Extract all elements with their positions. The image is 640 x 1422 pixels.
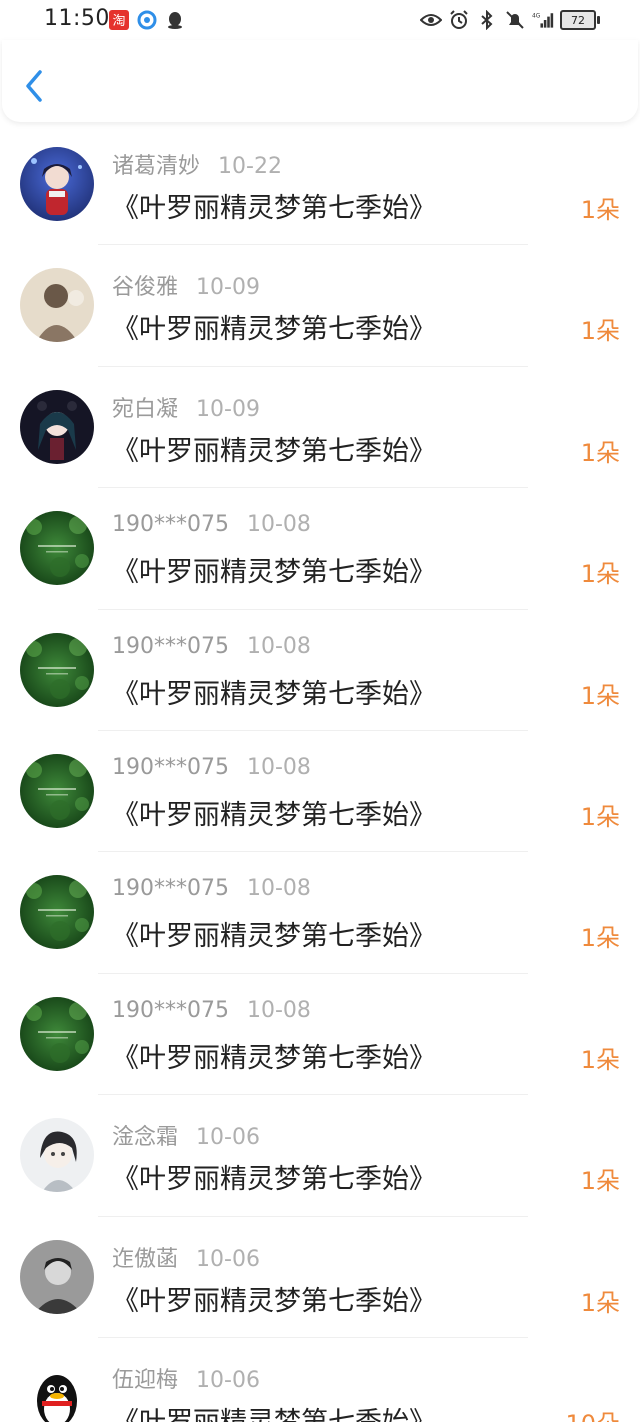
sent-date: 10-06 bbox=[196, 1246, 260, 1272]
sender-name: 谷俊雅 10-09 bbox=[112, 269, 260, 301]
avatar[interactable] bbox=[20, 1118, 94, 1193]
work-title[interactable]: 《叶罗丽精灵梦第七季始》 bbox=[112, 1279, 436, 1318]
flower-record-list: 诸葛清妙 10-22 《叶罗丽精灵梦第七季始》 1朵 谷俊雅 10-09 《叶罗丽精灵梦第七… bbox=[0, 124, 640, 1422]
list-item[interactable]: 190***075 10-08 《叶罗丽精灵梦第七季始》 1朵 bbox=[0, 852, 640, 974]
work-title[interactable]: 《叶罗丽精灵梦第七季始》 bbox=[112, 550, 436, 589]
network-label: 4G bbox=[532, 13, 541, 19]
avatar[interactable] bbox=[20, 1239, 94, 1314]
status-bar: 11:50 淘 4G 72 bbox=[0, 0, 640, 40]
sender-name: 迮傲菡 10-06 bbox=[112, 1241, 260, 1273]
qq-icon bbox=[164, 9, 186, 31]
sent-date: 10-08 bbox=[246, 512, 311, 538]
work-title[interactable]: 《叶罗丽精灵梦第七季始》 bbox=[112, 1036, 436, 1075]
avatar[interactable] bbox=[20, 268, 94, 343]
signal-icon: 4G bbox=[532, 9, 554, 31]
sender-name: 淦念霜 10-06 bbox=[112, 1119, 260, 1151]
sender-name-text: 诸葛清妙 bbox=[112, 154, 201, 179]
sender-name: 伍迎梅 10-06 bbox=[112, 1362, 260, 1394]
work-title[interactable]: 《叶罗丽精灵梦第七季始》 bbox=[112, 672, 436, 711]
sender-name: 诸葛清妙 10-22 bbox=[112, 148, 282, 180]
list-item[interactable]: 190***075 10-08 《叶罗丽精灵梦第七季始》 1朵 bbox=[0, 731, 640, 853]
mute-bell-icon bbox=[504, 9, 526, 31]
avatar[interactable] bbox=[20, 1360, 94, 1422]
avatar[interactable] bbox=[20, 389, 94, 464]
sent-date: 10-09 bbox=[196, 275, 260, 301]
eye-icon bbox=[420, 9, 442, 31]
header-bar bbox=[2, 40, 638, 122]
work-title[interactable]: 《叶罗丽精灵梦第七季始》 bbox=[112, 1157, 436, 1196]
status-right-icons: 4G 72 bbox=[420, 9, 600, 31]
flower-count: 1朵 bbox=[580, 681, 620, 710]
list-item[interactable]: 淦念霜 10-06 《叶罗丽精灵梦第七季始》 1朵 bbox=[0, 1095, 640, 1217]
work-title[interactable]: 《叶罗丽精灵梦第七季始》 bbox=[112, 429, 436, 468]
avatar[interactable] bbox=[20, 632, 94, 707]
sender-name-text: 190***075 bbox=[112, 512, 229, 538]
sender-name-text: 190***075 bbox=[112, 997, 229, 1023]
sender-name: 190***075 10-08 bbox=[112, 634, 311, 659]
list-item[interactable]: 190***075 10-08 《叶罗丽精灵梦第七季始》 1朵 bbox=[0, 974, 640, 1096]
sender-name-text: 谷俊雅 bbox=[112, 275, 179, 301]
sender-name-text: 迮傲菡 bbox=[112, 1246, 179, 1272]
work-title[interactable]: 《叶罗丽精灵梦第七季始》 bbox=[112, 914, 436, 953]
work-title[interactable]: 《叶罗丽精灵梦第七季始》 bbox=[112, 307, 436, 346]
bluetooth-icon bbox=[476, 9, 498, 31]
work-title[interactable]: 《叶罗丽精灵梦第七季始》 bbox=[112, 1400, 436, 1422]
sender-name-text: 190***075 bbox=[112, 876, 229, 902]
list-item[interactable]: 伍迎梅 10-06 《叶罗丽精灵梦第七季始》 10朵 bbox=[0, 1338, 640, 1422]
screen: 11:50 淘 4G 72 诸葛清妙 10-22 《叶罗丽精灵梦第七季始》 1朵… bbox=[0, 0, 640, 1422]
sender-name: 宛白凝 10-09 bbox=[112, 391, 260, 423]
status-left-icons: 淘 bbox=[108, 9, 186, 31]
sender-name: 190***075 10-08 bbox=[112, 876, 311, 901]
avatar[interactable] bbox=[20, 875, 94, 950]
sent-date: 10-08 bbox=[246, 876, 311, 902]
taobao-icon: 淘 bbox=[108, 9, 130, 31]
flower-count: 1朵 bbox=[580, 317, 620, 346]
battery-indicator: 72 bbox=[560, 10, 600, 30]
sent-date: 10-08 bbox=[246, 754, 311, 780]
list-item[interactable]: 190***075 10-08 《叶罗丽精灵梦第七季始》 1朵 bbox=[0, 610, 640, 731]
avatar[interactable] bbox=[20, 511, 94, 586]
sender-name: 190***075 10-08 bbox=[112, 512, 311, 537]
sender-name-text: 伍迎梅 bbox=[112, 1367, 179, 1393]
flower-count: 1朵 bbox=[580, 802, 620, 831]
svg-text:淘: 淘 bbox=[112, 14, 125, 29]
sender-name: 190***075 10-08 bbox=[112, 755, 311, 780]
list-item[interactable]: 宛白凝 10-09 《叶罗丽精灵梦第七季始》 1朵 bbox=[0, 367, 640, 489]
alarm-icon bbox=[448, 9, 470, 31]
flower-count: 1朵 bbox=[580, 1167, 620, 1196]
avatar[interactable] bbox=[20, 753, 94, 828]
back-button[interactable] bbox=[20, 66, 50, 106]
work-title[interactable]: 《叶罗丽精灵梦第七季始》 bbox=[112, 186, 436, 225]
sender-name-text: 190***075 bbox=[112, 754, 229, 780]
avatar[interactable] bbox=[20, 147, 94, 221]
sent-date: 10-08 bbox=[246, 633, 311, 659]
sent-date: 10-09 bbox=[196, 396, 260, 422]
sent-date: 10-06 bbox=[196, 1367, 260, 1393]
flower-count: 1朵 bbox=[580, 196, 620, 224]
flower-count: 1朵 bbox=[580, 560, 620, 589]
flower-count: 10朵 bbox=[565, 1404, 620, 1422]
sender-name-text: 淦念霜 bbox=[112, 1125, 179, 1151]
flower-count: 1朵 bbox=[580, 924, 620, 953]
sent-date: 10-06 bbox=[196, 1125, 260, 1151]
flower-count: 1朵 bbox=[580, 1045, 620, 1074]
sender-name-text: 宛白凝 bbox=[112, 396, 179, 422]
sent-date: 10-08 bbox=[246, 997, 311, 1023]
work-title[interactable]: 《叶罗丽精灵梦第七季始》 bbox=[112, 793, 436, 832]
flower-count: 1朵 bbox=[580, 438, 620, 467]
sender-name: 190***075 10-08 bbox=[112, 998, 311, 1023]
list-item[interactable]: 谷俊雅 10-09 《叶罗丽精灵梦第七季始》 1朵 bbox=[0, 245, 640, 367]
browser-icon bbox=[136, 9, 158, 31]
chevron-left-icon bbox=[26, 70, 42, 102]
sent-date: 10-22 bbox=[218, 154, 282, 179]
avatar[interactable] bbox=[20, 996, 94, 1071]
flower-count: 1朵 bbox=[580, 1288, 620, 1317]
list-item[interactable]: 190***075 10-08 《叶罗丽精灵梦第七季始》 1朵 bbox=[0, 488, 640, 610]
sender-name-text: 190***075 bbox=[112, 633, 229, 659]
list-item[interactable]: 诸葛清妙 10-22 《叶罗丽精灵梦第七季始》 1朵 bbox=[0, 124, 640, 246]
status-time: 11:50 bbox=[44, 6, 110, 31]
list-item[interactable]: 迮傲菡 10-06 《叶罗丽精灵梦第七季始》 1朵 bbox=[0, 1217, 640, 1338]
